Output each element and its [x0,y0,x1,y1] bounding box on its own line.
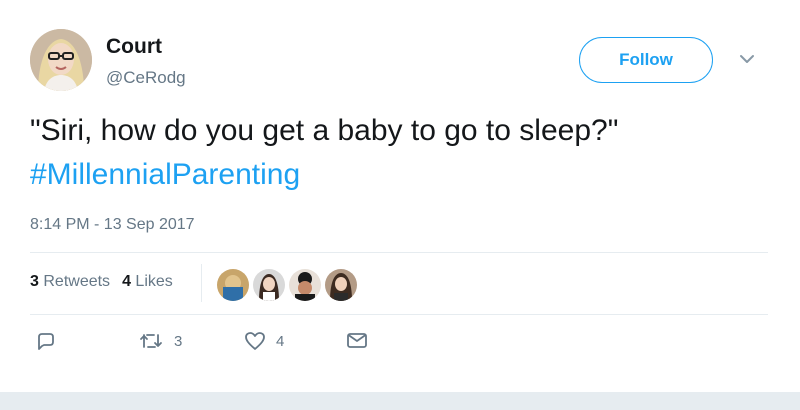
avatar-liker-2-icon [253,269,285,301]
tweet-card: Court @CeRodg Follow "Siri, how do you g… [0,0,800,392]
chevron-down-icon[interactable] [738,52,756,66]
tweet-timestamp[interactable]: 8:14 PM - 13 Sep 2017 [30,216,195,234]
avatar-liker-1-icon [217,269,249,301]
page-footer-strip [0,392,800,410]
liker-avatar[interactable] [288,268,322,302]
tweet-text: "Siri, how do you get a baby to go to sl… [30,114,619,147]
retweets-stat[interactable]: 3 Retweets [30,273,110,291]
liker-avatar[interactable] [252,268,286,302]
heart-icon [245,332,265,350]
likes-stat[interactable]: 4 Likes [122,273,173,291]
avatar-liker-3-icon [289,269,321,301]
retweet-button[interactable]: 3 [138,331,182,351]
retweet-icon [140,334,162,348]
avatar-portrait-icon [30,29,92,91]
retweet-count: 3 [174,332,183,350]
direct-message-button[interactable] [346,331,368,349]
stats-divider [201,264,202,302]
likes-count: 4 [122,273,131,290]
user-handle[interactable]: @CeRodg [106,68,186,88]
divider [30,252,768,253]
like-count: 4 [276,332,285,350]
liker-avatar[interactable] [216,268,250,302]
likes-label: Likes [135,273,173,290]
reply-icon [38,333,54,350]
retweets-label: Retweets [43,273,111,290]
follow-button[interactable]: Follow [579,37,713,83]
reply-button[interactable] [36,331,56,351]
divider [30,314,768,315]
envelope-icon [347,333,367,348]
retweets-count: 3 [30,273,39,290]
user-avatar[interactable] [30,29,92,91]
avatar-liker-4-icon [325,269,357,301]
tweet-stats: 3 Retweets 4 Likes [30,273,173,291]
like-button[interactable]: 4 [244,331,284,351]
hashtag-link[interactable]: #MillennialParenting [30,158,300,192]
user-name[interactable]: Court [106,35,162,59]
liker-avatar[interactable] [324,268,358,302]
